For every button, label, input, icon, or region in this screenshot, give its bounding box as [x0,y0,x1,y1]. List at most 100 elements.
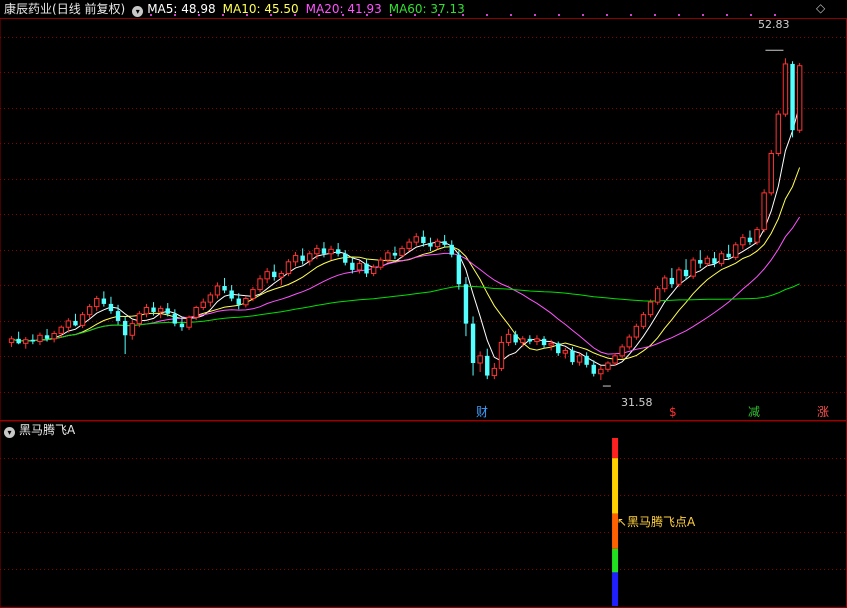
candle-body-down [165,308,170,314]
candle-body-down [584,355,589,365]
ma10-value: MA10: 45.50 [222,2,299,16]
candle-body-up [65,320,72,328]
candle-body-up [214,285,221,296]
event-marker-dollar[interactable]: $ [669,406,677,419]
dot-marker [606,14,608,16]
candle-body-down [485,355,490,376]
main-pane-frame [0,18,847,421]
candle-body-up [378,259,384,268]
dot-marker [582,14,584,16]
candle-body-up [690,259,696,277]
candle-body-up [718,253,725,265]
candle-body-down [513,334,518,343]
dot-marker [726,14,728,16]
candle-body-up [796,65,803,131]
candle-body-up [328,248,334,255]
candle-body-up [491,367,498,377]
candle-body-up [79,314,86,326]
candle-body-down [683,269,689,277]
candle-body-up [768,152,774,194]
candle-body-down [541,338,547,346]
candle-body-up [505,333,512,343]
candle-body-up [94,298,100,308]
event-marker-reduce[interactable]: 减 [748,406,760,419]
indicator-bar-segment [612,458,619,514]
dot-marker [654,14,656,16]
candle-body-down [421,236,426,244]
diamond-icon[interactable]: ◇ [816,2,825,15]
candle-body-up [576,355,583,363]
candle-body-up [413,236,419,243]
candle-body-down [392,252,398,256]
candle-body-up [292,255,299,263]
event-marker-rise[interactable]: 涨 [817,406,829,419]
dot-marker [678,14,680,16]
indicator-name[interactable]: 黑马腾飞A [19,423,75,437]
candle-body-down [591,364,596,374]
dot-marker [630,14,632,16]
candle-body-up [8,338,15,343]
dot-marker [558,14,560,16]
candle-body-down [108,303,114,312]
candle-body-up [136,313,143,325]
candle-body-down [442,241,447,245]
candle-body-up [200,301,206,308]
dot-marker [750,14,752,16]
event-marker-finance[interactable]: 财 [476,406,488,419]
candle-body-down [115,311,121,321]
candle-body-down [172,313,178,324]
candle-body-up [193,307,199,318]
candle-body-down [335,249,341,254]
candle-body-up [143,307,150,315]
candle-body-down [151,307,156,312]
candle-body-up [243,298,249,306]
candle-body-up [733,244,739,258]
candle-body-up [58,326,64,334]
candle-body-down [428,243,433,247]
main-legend: 康辰药业(日线 前复权) ▾ MA5: 48.98 MA10: 45.50 MA20: … [4,1,472,17]
candle-body-up [278,272,285,278]
stock-name[interactable]: 康辰药业 [4,2,52,16]
stock-chart-screen[interactable] [0,0,847,608]
candle-body-down [556,343,561,354]
candle-body-up [86,306,93,316]
candle-body-down [698,260,703,264]
candle-body-up [51,332,57,340]
candle-body-up [534,338,540,343]
candle-body-down [669,277,675,285]
candle-body-down [712,258,717,264]
low-price-label: 31.58 [621,396,653,409]
dot-marker [774,14,776,16]
high-price-label: 52.83 [758,18,790,31]
dot-marker [510,14,512,16]
candle-body-down [300,255,305,261]
signal-label: ↖黑马腾飞点A [617,515,696,529]
candle-body-up [676,269,682,285]
candle-body-up [520,338,526,343]
candle-body-down [229,290,234,299]
candle-body-up [477,355,483,364]
candle-body-up [633,325,640,338]
chevron-down-icon[interactable]: ▾ [4,427,15,438]
ma60-value: MA60: 37.13 [388,2,465,16]
dot-marker [534,14,536,16]
chart-period[interactable]: (日线 前复权) [52,2,125,16]
candle-body-up [740,237,746,246]
candle-body-up [186,316,192,328]
chevron-down-icon[interactable]: ▾ [132,6,144,17]
candle-body-down [101,298,107,304]
candle-body-up [434,240,441,248]
candle-body-up [647,301,654,316]
candle-body-up [662,277,668,290]
candle-body-up [370,266,377,274]
candle-body-up [605,362,611,370]
candle-body-up [782,63,789,115]
candle-body-up [704,257,711,265]
indicator-pane-frame [0,420,847,608]
candle-body-up [640,314,647,327]
candle-body-down [236,298,241,305]
candle-body-up [598,368,604,375]
candle-body-down [343,253,348,263]
candle-body-up [356,263,363,271]
candle-body-up [285,261,292,274]
